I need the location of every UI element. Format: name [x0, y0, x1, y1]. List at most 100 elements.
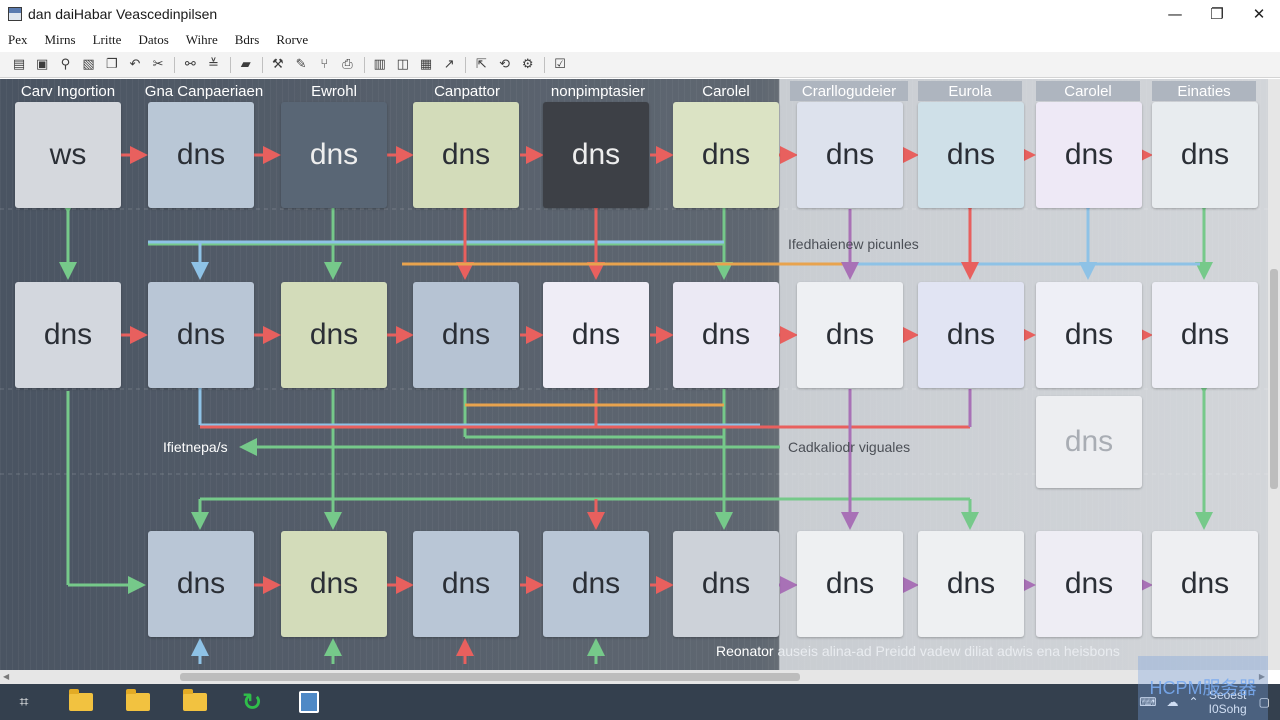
diagram-canvas[interactable]: Carv Ingortion Gna Canpaeriaen Ewrohl Ca… — [0, 79, 1268, 670]
folder-icon — [126, 689, 150, 711]
taskbar-folder-button[interactable] — [173, 684, 217, 720]
annotation-label: Cadkaliodr viguales — [788, 439, 911, 455]
diagram-node[interactable]: dns — [1036, 102, 1142, 208]
diagram-node-faded[interactable]: dns — [1036, 396, 1142, 488]
footer-annotation: Reonator auseis alina-ad Preidd vadew di… — [716, 643, 1120, 659]
diagram-node[interactable]: dns — [15, 282, 121, 388]
keyboard-icon[interactable]: ⌨ — [1139, 695, 1156, 709]
horizontal-scrollbar[interactable]: ◀ ▶ — [0, 670, 1268, 684]
close-button[interactable]: ✕ — [1238, 0, 1280, 28]
diagram-node[interactable]: dns — [413, 531, 519, 637]
menu-lritte[interactable]: Lritte — [93, 32, 122, 48]
edit-icon[interactable]: ✎ — [292, 56, 310, 74]
horizontal-scroll-thumb[interactable] — [180, 673, 800, 681]
task-view-button[interactable]: ⌗ — [2, 684, 46, 720]
notification-icon[interactable]: ▢ — [1259, 695, 1270, 709]
diagram-node[interactable]: dns — [413, 102, 519, 208]
diagram-node[interactable]: dns — [281, 531, 387, 637]
cut-icon[interactable]: ✂ — [149, 56, 167, 74]
diagram-node[interactable]: dns — [918, 531, 1024, 637]
lane-header: Carv Ingortion — [20, 82, 116, 100]
minimize-button[interactable]: — — [1154, 0, 1196, 28]
menu-pex[interactable]: Pex — [8, 32, 28, 48]
taskbar-sync-button[interactable]: ↻ — [230, 684, 274, 720]
title-bar: dan daiHabar Veascedinpilsen — ❐ ✕ — [0, 0, 1280, 28]
print-icon[interactable]: ⎙ — [338, 56, 356, 74]
diagram-node[interactable]: dns — [543, 102, 649, 208]
menu-wihre[interactable]: Wihre — [186, 32, 218, 48]
taskbar-app-button[interactable] — [287, 684, 331, 720]
menu-bdrs[interactable]: Bdrs — [235, 32, 260, 48]
window-controls: — ❐ ✕ — [1154, 0, 1280, 28]
clock-line: I0Sohg — [1208, 702, 1247, 716]
tool-icon[interactable]: ⚒ — [269, 56, 287, 74]
diagram-node[interactable]: dns — [543, 531, 649, 637]
form-icon[interactable]: ▦ — [417, 56, 435, 74]
diagram-node[interactable]: dns — [1036, 282, 1142, 388]
diagram-node[interactable]: dns — [413, 282, 519, 388]
diagram-node[interactable]: dns — [148, 102, 254, 208]
align-icon[interactable]: ≚ — [205, 56, 223, 74]
stack-icon[interactable]: ▰ — [237, 56, 255, 74]
vertical-scrollbar[interactable] — [1268, 79, 1280, 670]
trend-icon[interactable]: ↗ — [440, 56, 458, 74]
maximize-button[interactable]: ❐ — [1196, 0, 1238, 28]
clock[interactable]: Seoest I0Sohg — [1209, 688, 1247, 716]
copy-icon[interactable]: ❐ — [103, 56, 121, 74]
check-icon[interactable]: ☑ — [551, 56, 569, 74]
diagram-node[interactable]: dns — [673, 102, 779, 208]
diagram-node[interactable]: dns — [281, 282, 387, 388]
diagram-node[interactable]: dns — [281, 102, 387, 208]
taskbar-folder-button[interactable] — [116, 684, 160, 720]
lane-header: Carolel — [1036, 81, 1140, 101]
diagram-node[interactable]: dns — [918, 102, 1024, 208]
diagram-node[interactable]: dns — [543, 282, 649, 388]
diagram-node[interactable]: dns — [673, 531, 779, 637]
image-icon[interactable]: ▧ — [80, 56, 98, 74]
diagram-node[interactable]: dns — [148, 531, 254, 637]
toolbar: ▤ ▣ ⚲ ▧ ❐ ↶ ✂ ⚯ ≚ ▰ ⚒ ✎ ⑂ ⎙ ▥ ◫ ▦ ↗ ⇱ ⟲ … — [0, 52, 1280, 78]
taskbar-folder-button[interactable] — [59, 684, 103, 720]
branch-icon[interactable]: ⑂ — [315, 56, 333, 74]
diagram-node[interactable]: dns — [797, 102, 903, 208]
lane-header: Carolel — [702, 82, 750, 100]
diagram-node[interactable]: dns — [148, 282, 254, 388]
toolbar-separator — [363, 56, 365, 73]
toolbar-separator — [465, 56, 467, 73]
diagram-node[interactable]: dns — [918, 282, 1024, 388]
diagram-node[interactable]: ws — [15, 102, 121, 208]
link-icon[interactable]: ⚯ — [181, 56, 199, 74]
lane-header: Eurola — [918, 81, 1022, 101]
task-view-icon: ⌗ — [19, 692, 29, 711]
menu-rorve[interactable]: Rorve — [276, 32, 308, 48]
settings-icon[interactable]: ⚙ — [519, 56, 537, 74]
undo-icon[interactable]: ↶ — [126, 56, 144, 74]
menu-mirns[interactable]: Mirns — [45, 32, 76, 48]
cloud-icon[interactable]: ☁ — [1167, 695, 1179, 709]
rotate-icon[interactable]: ⟲ — [496, 56, 514, 74]
diagram-node[interactable]: dns — [1152, 531, 1258, 637]
window-title: dan daiHabar Veascedinpilsen — [28, 6, 218, 22]
taskbar: ⌗ ↻ ⌨ ☁ ⌃ Seoest I0Sohg ▢ — [0, 684, 1280, 720]
scroll-left-icon[interactable]: ◀ — [3, 672, 9, 681]
annotation-label: Ifietnepa/s — [163, 439, 228, 455]
chart-icon[interactable]: ▥ — [371, 56, 389, 74]
diagram-node[interactable]: dns — [1152, 102, 1258, 208]
menu-datos[interactable]: Datos — [138, 32, 168, 48]
scroll-right-icon[interactable]: ▶ — [1259, 672, 1265, 681]
vertical-scroll-thumb[interactable] — [1270, 269, 1278, 489]
footer-annotation-start: Reonator — [716, 643, 774, 659]
zoom-icon[interactable]: ⚲ — [56, 56, 74, 74]
save-icon[interactable]: ▣ — [33, 56, 51, 74]
open-icon[interactable]: ▤ — [10, 56, 28, 74]
lane-header: Gna Canpaeriaen — [144, 82, 264, 100]
chevron-up-icon[interactable]: ⌃ — [1189, 695, 1199, 709]
diagram-node[interactable]: dns — [673, 282, 779, 388]
diagram-node[interactable]: dns — [1036, 531, 1142, 637]
lane-header: Ewrohl — [311, 82, 357, 100]
layers-icon[interactable]: ◫ — [394, 56, 412, 74]
diagram-node[interactable]: dns — [797, 282, 903, 388]
diagram-node[interactable]: dns — [797, 531, 903, 637]
diagram-node[interactable]: dns — [1152, 282, 1258, 388]
pointer-icon[interactable]: ⇱ — [472, 56, 490, 74]
